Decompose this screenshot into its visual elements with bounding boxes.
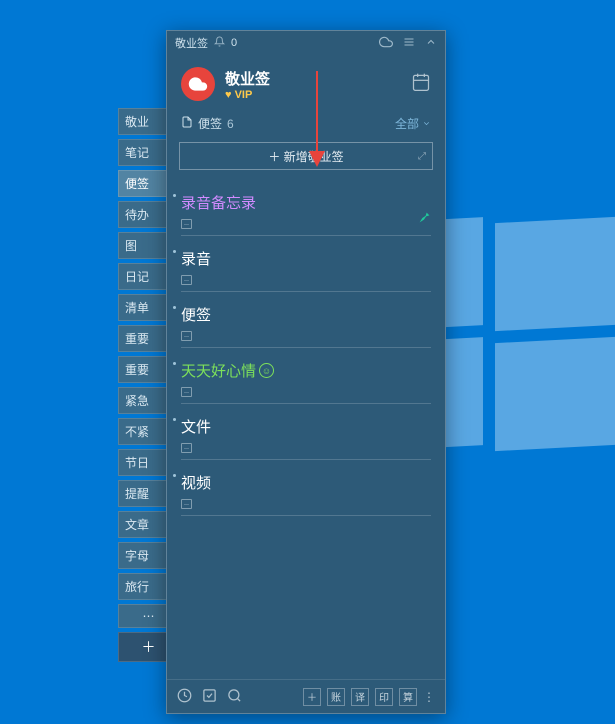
bell-icon[interactable] — [214, 36, 225, 50]
note-item[interactable]: 天天好心情☺ — [181, 348, 431, 404]
smiley-icon: ☺ — [259, 363, 274, 378]
note-item[interactable]: 录音备忘录 — [181, 180, 431, 236]
bell-count: 0 — [231, 37, 237, 49]
note-item[interactable]: 视频 — [181, 460, 431, 516]
add-note-button[interactable]: ＋ 新增敬业签 ⤢ — [179, 142, 433, 170]
brand-header: 敬业签 ♥ VIP — [167, 55, 445, 109]
book-icon — [181, 387, 192, 397]
collapse-icon[interactable] — [425, 36, 437, 51]
note-title: 录音备忘录 — [181, 192, 431, 213]
app-window: 敬业签 0 敬业签 ♥ VIP — [166, 30, 446, 714]
note-item[interactable]: 便签 — [181, 292, 431, 348]
note-title: 文件 — [181, 416, 431, 437]
book-icon — [181, 499, 192, 509]
filter-all[interactable]: 全部 — [395, 115, 431, 132]
footer-bar: ＋ 账 译 印 算 ⋮ — [167, 679, 445, 713]
book-icon — [181, 331, 192, 341]
search-icon[interactable] — [227, 688, 242, 706]
history-icon[interactable] — [177, 688, 192, 706]
expand-icon: ⤢ — [418, 151, 426, 162]
titlebar-app-name: 敬业签 — [175, 35, 208, 51]
app-logo — [181, 67, 215, 101]
calendar-icon[interactable] — [411, 72, 431, 97]
titlebar: 敬业签 0 — [167, 31, 445, 55]
more-icon[interactable]: ⋮ — [423, 690, 435, 704]
section-count: 6 — [227, 117, 234, 131]
note-item[interactable]: 录音 — [181, 236, 431, 292]
cloud-sync-icon[interactable] — [379, 35, 393, 52]
section-header: 便签 6 全部 — [167, 109, 445, 138]
add-note-label: ＋ 新增敬业签 — [268, 148, 343, 165]
vip-badge: ♥ VIP — [225, 89, 270, 101]
note-title: 录音 — [181, 248, 431, 269]
footer-calc-button[interactable]: 算 — [399, 688, 417, 706]
footer-account-button[interactable]: 账 — [327, 688, 345, 706]
brand-name: 敬业签 — [225, 68, 270, 89]
notes-list: 录音备忘录 录音 便签 天天好心情☺ 文件 视频 — [167, 180, 445, 679]
done-icon[interactable] — [202, 688, 217, 706]
book-icon — [181, 443, 192, 453]
section-label: 便签 — [198, 115, 222, 132]
footer-add-button[interactable]: ＋ — [303, 688, 321, 706]
book-icon — [181, 275, 192, 285]
note-title: 便签 — [181, 304, 431, 325]
menu-icon[interactable] — [403, 36, 415, 51]
book-icon — [181, 219, 192, 229]
footer-print-button[interactable]: 印 — [375, 688, 393, 706]
note-title: 天天好心情☺ — [181, 360, 431, 381]
note-item[interactable]: 文件 — [181, 404, 431, 460]
footer-translate-button[interactable]: 译 — [351, 688, 369, 706]
note-icon — [181, 116, 193, 131]
note-title: 视频 — [181, 472, 431, 493]
